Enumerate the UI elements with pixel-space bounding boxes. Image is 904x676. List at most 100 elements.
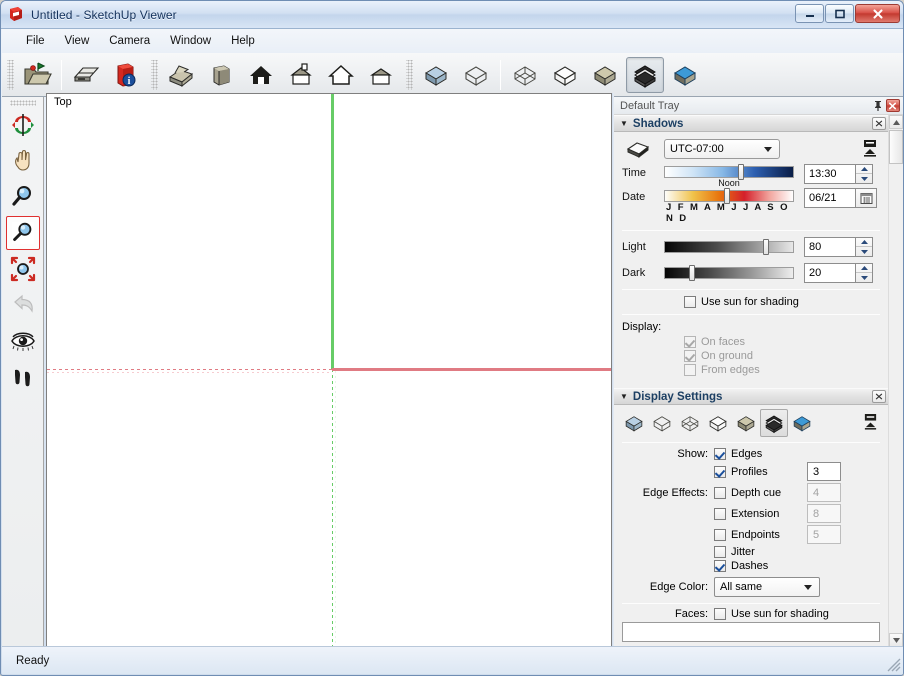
endpoints-checkbox[interactable]	[714, 528, 726, 541]
display-settings-pin-icon[interactable]	[863, 413, 878, 433]
calendar-icon[interactable]	[856, 188, 877, 208]
faces-style-field[interactable]	[622, 622, 880, 642]
title-bar: Untitled - SketchUp Viewer	[1, 1, 903, 29]
open-icon[interactable]	[18, 57, 56, 93]
time-spin-down[interactable]	[856, 174, 872, 183]
date-month-scale: J F M A M J J A S O N D	[666, 202, 790, 224]
time-spin-up[interactable]	[856, 165, 872, 174]
date-slider[interactable]	[664, 188, 794, 204]
tray-close-button[interactable]	[885, 98, 900, 113]
use-sun-for-shading-checkbox[interactable]	[684, 296, 696, 308]
date-slider-thumb[interactable]	[724, 188, 730, 204]
application-window: Untitled - SketchUp Viewer File View Cam…	[0, 0, 904, 676]
edges-checkbox[interactable]	[714, 448, 726, 460]
style-xray-icon[interactable]	[506, 57, 544, 93]
zoom-tool[interactable]	[6, 180, 40, 214]
style-wireframe-icon[interactable]	[457, 57, 495, 93]
maximize-button[interactable]	[825, 4, 854, 23]
dark-spinner[interactable]	[856, 263, 873, 283]
style-hidden-line-icon[interactable]	[546, 57, 584, 93]
style-shaded-with-textures-icon[interactable]	[788, 409, 816, 437]
dark-spin-up[interactable]	[856, 264, 872, 273]
minimize-button[interactable]	[795, 4, 824, 23]
style-shaded-texture-icon[interactable]	[620, 409, 648, 437]
right-view-icon[interactable]	[282, 57, 320, 93]
shadow-toggle-icon[interactable]	[622, 138, 664, 160]
default-tray: Default Tray ▼ Shadows UTC-07:00 Time No…	[614, 97, 903, 647]
time-value-field[interactable]: 13:30	[804, 164, 856, 184]
time-spinner[interactable]	[856, 164, 873, 184]
left-palette-grip[interactable]	[9, 100, 36, 106]
dark-spin-down[interactable]	[856, 273, 872, 282]
extension-value-field: 8	[807, 504, 841, 523]
zoom-extents-tool[interactable]	[6, 252, 40, 286]
extension-checkbox[interactable]	[714, 507, 726, 520]
front-view-icon[interactable]	[242, 57, 280, 93]
display-settings-style-bar	[614, 405, 888, 442]
orbit-tool[interactable]	[6, 108, 40, 142]
menu-window[interactable]: Window	[160, 32, 221, 50]
iso-view-icon[interactable]	[162, 57, 200, 93]
menu-help[interactable]: Help	[221, 32, 265, 50]
time-slider-thumb[interactable]	[738, 164, 744, 180]
tray-scrollbar-thumb[interactable]	[889, 130, 903, 164]
profiles-checkbox[interactable]	[714, 465, 726, 478]
style-shaded-with-textures-icon[interactable]	[666, 57, 704, 93]
menu-view[interactable]: View	[55, 32, 100, 50]
resize-grip-icon[interactable]	[887, 658, 901, 672]
style-hidden-line-icon[interactable]	[704, 409, 732, 437]
light-spin-down[interactable]	[856, 247, 872, 256]
close-button[interactable]	[855, 4, 900, 23]
light-slider[interactable]	[664, 239, 794, 255]
shadows-panel-header[interactable]: ▼ Shadows	[614, 115, 888, 132]
dark-label: Dark	[622, 267, 646, 279]
shadows-close-button[interactable]	[872, 117, 886, 130]
chevron-up-icon[interactable]	[889, 115, 903, 129]
light-spin-up[interactable]	[856, 238, 872, 247]
depth-cue-checkbox[interactable]	[714, 486, 726, 499]
pan-tool[interactable]	[6, 144, 40, 178]
edge-color-select[interactable]: All same	[714, 577, 820, 597]
dark-slider[interactable]	[664, 265, 794, 281]
zoom-window-tool[interactable]	[5, 216, 40, 250]
model-info-icon[interactable]: i	[107, 57, 145, 93]
pin-icon[interactable]	[870, 98, 885, 113]
style-monochrome-icon[interactable]	[626, 56, 664, 93]
style-shaded-texture-icon[interactable]	[417, 57, 455, 93]
dark-slider-thumb[interactable]	[689, 265, 695, 281]
style-monochrome-icon[interactable]	[760, 409, 788, 437]
time-slider[interactable]	[664, 164, 794, 180]
light-slider-thumb[interactable]	[763, 239, 769, 255]
faces-use-sun-checkbox[interactable]	[714, 608, 726, 620]
print-icon[interactable]	[67, 57, 105, 93]
chevron-down-icon[interactable]	[889, 633, 903, 647]
dark-slider-track	[664, 267, 794, 279]
left-view-icon[interactable]	[362, 57, 400, 93]
style-wireframe-icon[interactable]	[648, 409, 676, 437]
timezone-select[interactable]: UTC-07:00	[664, 139, 780, 159]
dark-value-field[interactable]: 20	[804, 263, 856, 283]
look-around-tool[interactable]	[6, 324, 40, 358]
style-shaded-icon[interactable]	[732, 409, 760, 437]
profiles-value-field[interactable]: 3	[807, 462, 841, 481]
back-view-icon[interactable]	[322, 57, 360, 93]
menu-file[interactable]: File	[16, 32, 55, 50]
model-viewport[interactable]: Top	[46, 93, 612, 647]
toolbar-grip[interactable]	[7, 59, 14, 90]
display-settings-panel-header[interactable]: ▼ Display Settings	[614, 388, 888, 405]
toolbar-grip-styles[interactable]	[406, 59, 413, 90]
date-value-field[interactable]: 06/21	[804, 188, 856, 208]
light-spinner[interactable]	[856, 237, 873, 257]
menu-camera[interactable]: Camera	[99, 32, 160, 50]
dashes-checkbox[interactable]	[714, 560, 726, 572]
jitter-checkbox[interactable]	[714, 546, 726, 558]
style-shaded-icon[interactable]	[586, 57, 624, 93]
light-value-field[interactable]: 80	[804, 237, 856, 257]
style-xray-icon[interactable]	[676, 409, 704, 437]
top-view-icon[interactable]	[202, 57, 240, 93]
walk-tool[interactable]	[6, 360, 40, 394]
toolbar-grip-views[interactable]	[151, 59, 158, 90]
tray-scrollbar[interactable]	[888, 115, 903, 647]
display-shadows-icon[interactable]	[862, 139, 878, 160]
display-settings-close-button[interactable]	[872, 390, 886, 403]
